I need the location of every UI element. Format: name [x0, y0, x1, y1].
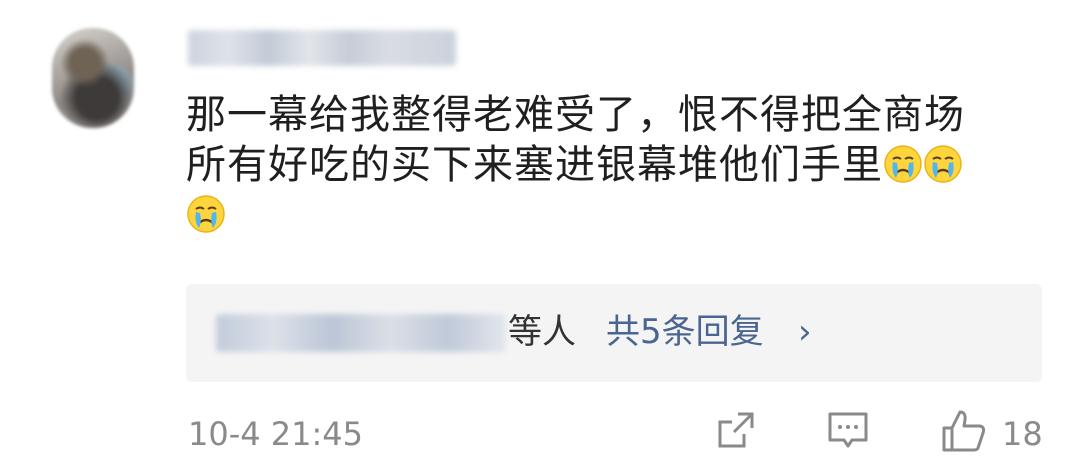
- comment-text-line2: 所有好吃的买下来塞进银幕堆他们手里: [186, 142, 883, 188]
- reply-count-link[interactable]: 共5条回复: [606, 310, 764, 354]
- comment-text: 那一幕给我整得老难受了，恨不得把全商场 所有好吃的买下来塞进银幕堆他们手里: [186, 90, 1056, 240]
- replies-preview[interactable]: 等人 共5条回复 ›: [186, 284, 1042, 382]
- crying-face-icon: [924, 145, 962, 183]
- comment-icon[interactable]: [826, 408, 870, 452]
- comment-text-line1: 那一幕给我整得老难受了，恨不得把全商场: [186, 92, 965, 138]
- thumbs-up-icon[interactable]: [940, 408, 988, 454]
- share-icon[interactable]: [714, 408, 758, 452]
- reply-suffix: 等人: [508, 312, 576, 352]
- like-count: 18: [1002, 415, 1043, 453]
- comment-timestamp: 10-4 21:45: [188, 415, 364, 453]
- crying-face-icon: [884, 145, 922, 183]
- chevron-right-icon[interactable]: ›: [798, 312, 812, 352]
- avatar[interactable]: [52, 28, 134, 128]
- username-blurred[interactable]: [188, 30, 456, 66]
- reply-usernames-blurred: [216, 314, 506, 352]
- crying-face-icon: [187, 195, 225, 233]
